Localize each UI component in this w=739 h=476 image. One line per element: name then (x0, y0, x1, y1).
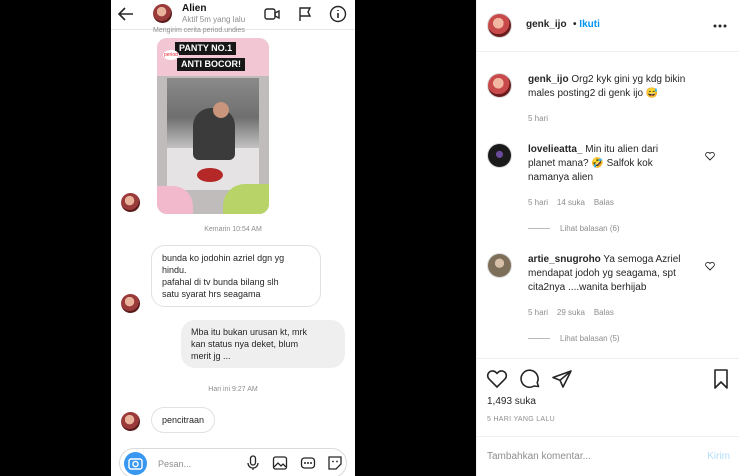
reply-button[interactable]: Balas (594, 198, 614, 207)
story-person (193, 108, 235, 160)
comment-age: 5 hari (528, 198, 549, 207)
comment-line: Min itu alien dari (585, 144, 659, 155)
more-options-icon (300, 457, 316, 469)
commenter-avatar[interactable] (487, 143, 512, 168)
comment-line: planet mana? 🤣 Salfok kok (528, 158, 653, 169)
sender-avatar (121, 193, 140, 212)
message-line: Mba itu bukan urusan kt, mrk (191, 327, 308, 337)
microphone-icon (247, 455, 259, 470)
comment-age: 5 hari (528, 308, 549, 317)
post-panel: genk_ijo • Ikuti genk_ijo Org2 kyk gini … (476, 0, 739, 476)
comment: artie_snugroho Ya semoga Azriel mendapat… (528, 253, 708, 295)
message-received: bunda ko jodohin azriel dgn yg hindu. pa… (151, 245, 321, 307)
message-input-placeholder: Pesan... (158, 459, 192, 469)
story-green-shape (223, 184, 269, 214)
message-line: merit jg ... (191, 351, 231, 361)
message-line: satu syarat hrs seagama (162, 289, 261, 299)
timestamp: Hari ini 9:27 AM (208, 386, 258, 393)
caption-age: 5 hari (528, 114, 549, 123)
like-heart-icon[interactable] (486, 368, 508, 390)
post-age: 5 HARI YANG LALU (487, 416, 555, 423)
message-line: pencitraan (162, 415, 205, 425)
post-caption: genk_ijo Org2 kyk gini yg kdg bikin male… (528, 73, 728, 101)
follow-label: Ikuti (579, 19, 600, 30)
story-headline: PANTY NO.1 (175, 42, 237, 55)
comment-icon[interactable] (519, 368, 541, 390)
message-composer: Pesan... (119, 448, 347, 476)
contact-avatar (153, 4, 172, 23)
comment-input[interactable]: Tambahkan komentar... (487, 451, 591, 462)
author-avatar[interactable] (487, 13, 512, 38)
story-person-head (213, 102, 229, 118)
sticker-icon (328, 456, 342, 470)
caption-line: males posting2 di genk ijo 😅 (528, 88, 659, 99)
message-line: pafahal di tv bunda bilang slh (162, 277, 279, 287)
message-received: pencitraan (151, 407, 216, 433)
story-pink-shape (157, 186, 193, 214)
story-share-caption: Mengirim cerita period.undies (153, 27, 245, 34)
dm-header: Alien Aktif 5m yang lalu (111, 0, 355, 30)
reply-button[interactable]: Balas (594, 308, 614, 317)
comment-likes[interactable]: 14 suka (557, 198, 585, 207)
view-replies-button[interactable]: Lihat balasan (6) (528, 224, 620, 233)
follow-separator: • (573, 19, 577, 30)
flag-icon (299, 7, 312, 21)
message-line: kan status nya deket, blum (191, 339, 299, 349)
comment-like-heart-icon[interactable] (705, 261, 715, 271)
comment-username[interactable]: lovelieatta_ (528, 144, 582, 155)
author-username[interactable]: genk_ijo (526, 19, 567, 30)
story-stain (197, 168, 223, 182)
post-header: genk_ijo • Ikuti (477, 0, 739, 52)
comment: lovelieatta_ Min itu alien dari planet m… (528, 143, 698, 185)
comment-line: mendapat jodoh yg seagama, spt (528, 268, 676, 279)
caption-username[interactable]: genk_ijo (528, 74, 569, 85)
bookmark-icon[interactable] (710, 368, 732, 390)
caption-line: Org2 kyk gini yg kdg bikin (571, 74, 686, 85)
screen: Alien Aktif 5m yang lalu Mengirim cerita… (0, 0, 739, 476)
shared-story: PANTY NO.1 ANTI BOCOR! period (157, 38, 269, 214)
sender-avatar (121, 294, 140, 313)
share-icon[interactable] (551, 368, 573, 390)
dm-screenshot: Alien Aktif 5m yang lalu Mengirim cerita… (111, 0, 355, 476)
gallery-icon (272, 456, 288, 470)
video-call-icon (264, 8, 280, 20)
camera-icon (128, 458, 143, 470)
message-sent: Mba itu bukan urusan kt, mrk kan status … (181, 320, 345, 368)
message-line: bunda ko jodohin azriel dgn yg (162, 253, 285, 263)
message-line: hindu. (162, 265, 187, 275)
comment-username[interactable]: artie_snugroho (528, 254, 601, 265)
story-brand-logo: period (163, 50, 179, 60)
post-comment-button[interactable]: Kirim (707, 451, 730, 462)
more-options-icon[interactable] (712, 18, 728, 34)
story-subheadline: ANTI BOCOR! (177, 58, 245, 71)
like-count[interactable]: 1,493 suka (487, 396, 536, 407)
sender-avatar (121, 412, 140, 431)
comment-line: namanya alien (528, 172, 594, 183)
add-comment-bar: Tambahkan komentar... Kirim (477, 436, 739, 476)
timestamp: Kemarin 10:54 AM (204, 226, 262, 233)
comment-meta: 5 hari 29 suka Balas (528, 308, 658, 317)
comment-likes[interactable]: 29 suka (557, 308, 585, 317)
comment-line: cita2nya ....wanita berhijab (528, 282, 647, 293)
comment-like-heart-icon[interactable] (705, 151, 715, 161)
comment-meta: 5 hari 14 suka Balas (528, 198, 658, 207)
contact-name: Alien (182, 3, 207, 14)
commenter-avatar[interactable] (487, 253, 512, 278)
info-icon (329, 5, 347, 23)
camera-button (124, 452, 147, 475)
follow-button[interactable]: • Ikuti (573, 19, 600, 30)
back-arrow-icon (117, 7, 133, 21)
caption-avatar[interactable] (487, 73, 512, 98)
comment-line: Ya semoga Azriel (603, 254, 681, 265)
view-replies-button[interactable]: Lihat balasan (5) (528, 334, 620, 343)
contact-status: Aktif 5m yang lalu (182, 15, 246, 24)
